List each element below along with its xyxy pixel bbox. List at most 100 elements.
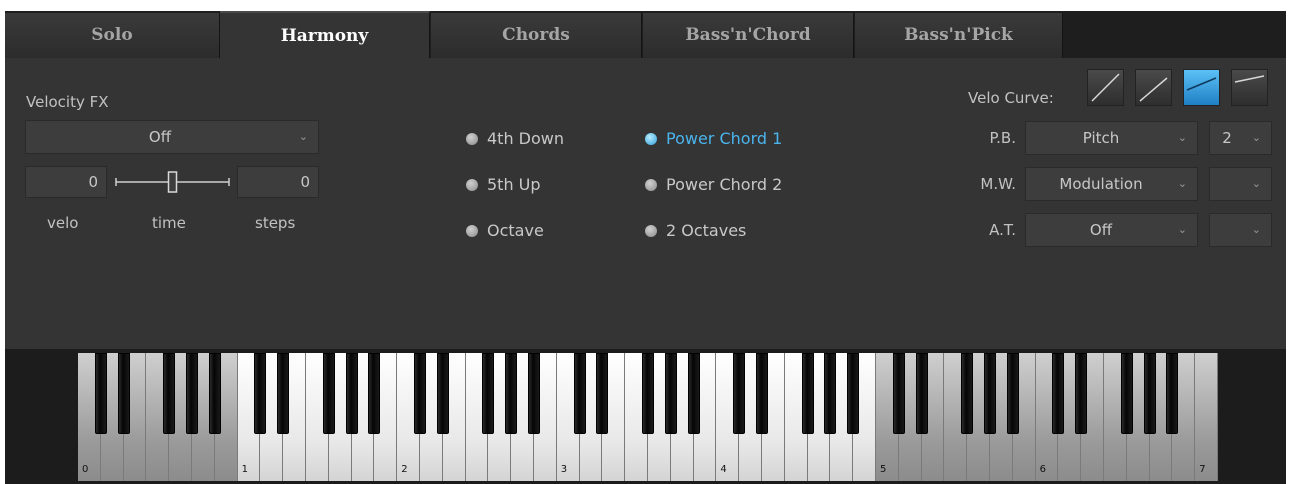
velocity-fx-title: Velocity FX	[26, 93, 109, 111]
tab-bass-n-pick[interactable]: Bass'n'Pick	[855, 13, 1063, 58]
steps-input[interactable]: 0	[237, 166, 319, 198]
velo-curve-label: Velo Curve:	[968, 89, 1054, 107]
tab-solo[interactable]: Solo	[5, 13, 220, 58]
harmony-option-label: Octave	[487, 221, 544, 240]
tab-harmony[interactable]: Harmony	[220, 11, 430, 59]
velo-curve-soft-button[interactable]	[1135, 69, 1172, 106]
black-key-fs4[interactable]	[801, 353, 814, 434]
at-target-value: Off	[1089, 221, 1113, 239]
black-key-cs3[interactable]	[573, 353, 586, 434]
octave-label: 6	[1039, 464, 1046, 475]
time-slider-thumb[interactable]	[167, 171, 178, 193]
black-key-fs2[interactable]	[482, 353, 495, 434]
velo-curve-linear-button[interactable]	[1087, 69, 1124, 106]
plugin-window: Solo Harmony Chords Bass'n'Chord Bass'n'…	[0, 0, 1290, 484]
harmony-option-4th-down[interactable]: 4th Down	[466, 127, 626, 151]
curve-medium-icon	[1186, 77, 1217, 91]
steps-label: steps	[255, 214, 296, 232]
black-key-as2[interactable]	[528, 353, 540, 434]
curve-hard-icon	[1234, 75, 1265, 83]
black-key-ds2[interactable]	[436, 353, 449, 434]
octave-label: 2	[401, 464, 408, 475]
black-key-as4[interactable]	[847, 353, 860, 434]
pb-label: P.B.	[989, 129, 1016, 147]
black-key-ds5[interactable]	[915, 353, 928, 434]
chevron-down-icon: ⌄	[1251, 223, 1261, 236]
black-key-fs1[interactable]	[322, 353, 335, 434]
at-target-dropdown[interactable]: Off ⌄	[1025, 213, 1198, 247]
black-key-gs4[interactable]	[824, 353, 837, 434]
chevron-down-icon: ⌄	[1177, 177, 1187, 190]
radio-dot	[645, 179, 657, 191]
pb-target-dropdown[interactable]: Pitch ⌄	[1025, 121, 1198, 155]
harmony-option-label: Power Chord 2	[666, 175, 783, 194]
black-key-gs2[interactable]	[505, 353, 518, 434]
velocity-fx-mode-dropdown[interactable]: Off ⌄	[25, 120, 319, 154]
tab-bass-n-chord[interactable]: Bass'n'Chord	[643, 13, 854, 58]
black-key-gs1[interactable]	[345, 353, 358, 434]
time-slider[interactable]	[112, 166, 233, 198]
black-key-as3[interactable]	[687, 353, 700, 434]
black-key-gs6[interactable]	[1143, 353, 1156, 434]
harmony-option-label: 5th Up	[487, 175, 541, 194]
black-key-ds0[interactable]	[117, 353, 130, 434]
black-key-fs0[interactable]	[163, 353, 176, 434]
black-key-ds4[interactable]	[756, 353, 768, 434]
at-range-dropdown[interactable]: ⌄	[1209, 213, 1272, 247]
black-key-cs2[interactable]	[414, 353, 426, 434]
pb-range-dropdown[interactable]: 2 ⌄	[1209, 121, 1272, 155]
black-key-fs5[interactable]	[961, 353, 974, 434]
time-label: time	[152, 214, 186, 232]
octave-label: 5	[880, 464, 887, 475]
black-key-cs1[interactable]	[254, 353, 267, 434]
octave-label: 3	[560, 464, 568, 475]
black-key-gs3[interactable]	[664, 353, 677, 434]
harmony-option-power-chord-2[interactable]: Power Chord 2	[645, 173, 825, 197]
mw-label: M.W.	[980, 175, 1016, 193]
chevron-down-icon: ⌄	[1251, 131, 1261, 144]
harmony-option-octave[interactable]: Octave	[466, 219, 626, 243]
at-label: A.T.	[989, 221, 1016, 239]
black-key-ds3[interactable]	[596, 353, 609, 434]
curve-soft-icon	[1139, 77, 1168, 102]
harmony-option-label: 4th Down	[487, 129, 565, 148]
octave-label: 1	[241, 464, 248, 475]
harmony-option-2-octaves[interactable]: 2 Octaves	[645, 219, 825, 243]
black-key-as6[interactable]	[1166, 353, 1179, 434]
black-key-cs0[interactable]	[94, 353, 107, 434]
velo-curve-hard-button[interactable]	[1231, 69, 1268, 106]
at-range-value	[1210, 214, 1244, 246]
octave-label: 4	[720, 464, 727, 475]
octave-label: 7	[1199, 464, 1206, 475]
velo-curve-medium-button[interactable]	[1183, 69, 1220, 106]
white-key-c7[interactable]: 7	[1195, 353, 1218, 481]
harmony-option-5th-up[interactable]: 5th Up	[466, 173, 626, 197]
radio-dot	[466, 225, 478, 237]
harmony-option-power-chord-1[interactable]: Power Chord 1	[645, 127, 825, 151]
tab-chords[interactable]: Chords	[431, 13, 642, 58]
harmony-option-label: 2 Octaves	[666, 221, 747, 240]
black-key-cs4[interactable]	[733, 353, 746, 434]
radio-dot	[645, 133, 657, 145]
piano-keyboard[interactable]: 0 1 2 3 4 5 6 7	[78, 353, 1218, 481]
black-key-as0[interactable]	[208, 353, 221, 434]
mw-target-value: Modulation	[1059, 175, 1143, 193]
black-key-fs3[interactable]	[642, 353, 654, 434]
black-key-ds6[interactable]	[1075, 353, 1088, 434]
black-key-as5[interactable]	[1006, 353, 1019, 434]
mw-range-value	[1210, 168, 1244, 200]
mw-target-dropdown[interactable]: Modulation ⌄	[1025, 167, 1198, 201]
black-key-fs6[interactable]	[1120, 353, 1133, 434]
chevron-down-icon: ⌄	[298, 130, 308, 143]
black-key-cs6[interactable]	[1052, 353, 1065, 434]
black-key-cs5[interactable]	[892, 353, 905, 434]
velo-input[interactable]: 0	[25, 166, 107, 198]
pb-range-value: 2	[1222, 129, 1232, 147]
mw-range-dropdown[interactable]: ⌄	[1209, 167, 1272, 201]
black-key-as1[interactable]	[368, 353, 381, 434]
black-key-ds1[interactable]	[277, 353, 290, 434]
velocity-fx-mode-value: Off	[148, 128, 172, 146]
black-key-gs0[interactable]	[186, 353, 198, 434]
chevron-down-icon: ⌄	[1251, 177, 1261, 190]
black-key-gs5[interactable]	[984, 353, 996, 434]
